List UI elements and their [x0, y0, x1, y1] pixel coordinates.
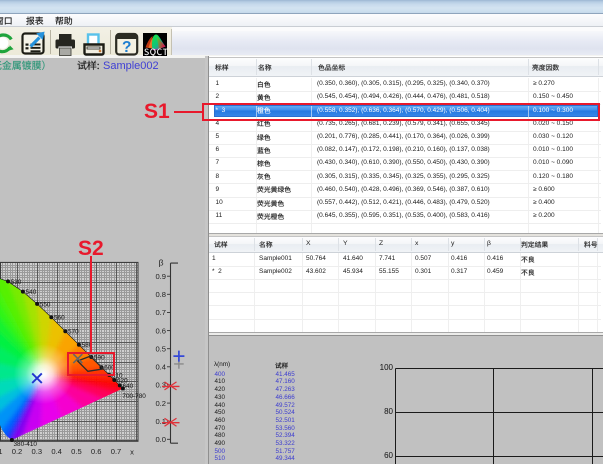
svg-text:550: 550	[40, 301, 51, 308]
svg-text:0.2: 0.2	[12, 447, 23, 456]
svg-text:570: 570	[68, 329, 79, 336]
svg-text:0.2: 0.2	[155, 399, 166, 408]
svg-text:0.4: 0.4	[155, 363, 166, 372]
svg-text:0.6: 0.6	[155, 326, 166, 335]
svg-text:0.5: 0.5	[71, 447, 82, 456]
svg-text:640: 640	[123, 383, 134, 390]
svg-text:0.7: 0.7	[111, 447, 122, 456]
svg-text:0.6: 0.6	[91, 447, 102, 456]
svg-text:0.0: 0.0	[155, 435, 166, 444]
svg-text:0.3: 0.3	[32, 447, 43, 456]
svg-text:0.7: 0.7	[155, 308, 166, 317]
svg-text:0.5: 0.5	[155, 344, 166, 353]
svg-text:530: 530	[11, 279, 22, 286]
svg-text:0.3: 0.3	[155, 381, 166, 390]
svg-text:0.9: 0.9	[155, 272, 166, 281]
svg-text:β: β	[159, 258, 164, 268]
svg-text:0.8: 0.8	[155, 290, 166, 299]
svg-text:0.1: 0.1	[155, 417, 166, 426]
svg-text:0.4: 0.4	[51, 447, 62, 456]
svg-text:x: x	[130, 448, 134, 457]
svg-text:560: 560	[54, 315, 65, 322]
svg-text:540: 540	[26, 289, 37, 296]
svg-text:700-780: 700-780	[122, 393, 146, 400]
svg-text:0.1: 0.1	[0, 447, 2, 456]
svg-text:?: ?	[122, 39, 131, 56]
